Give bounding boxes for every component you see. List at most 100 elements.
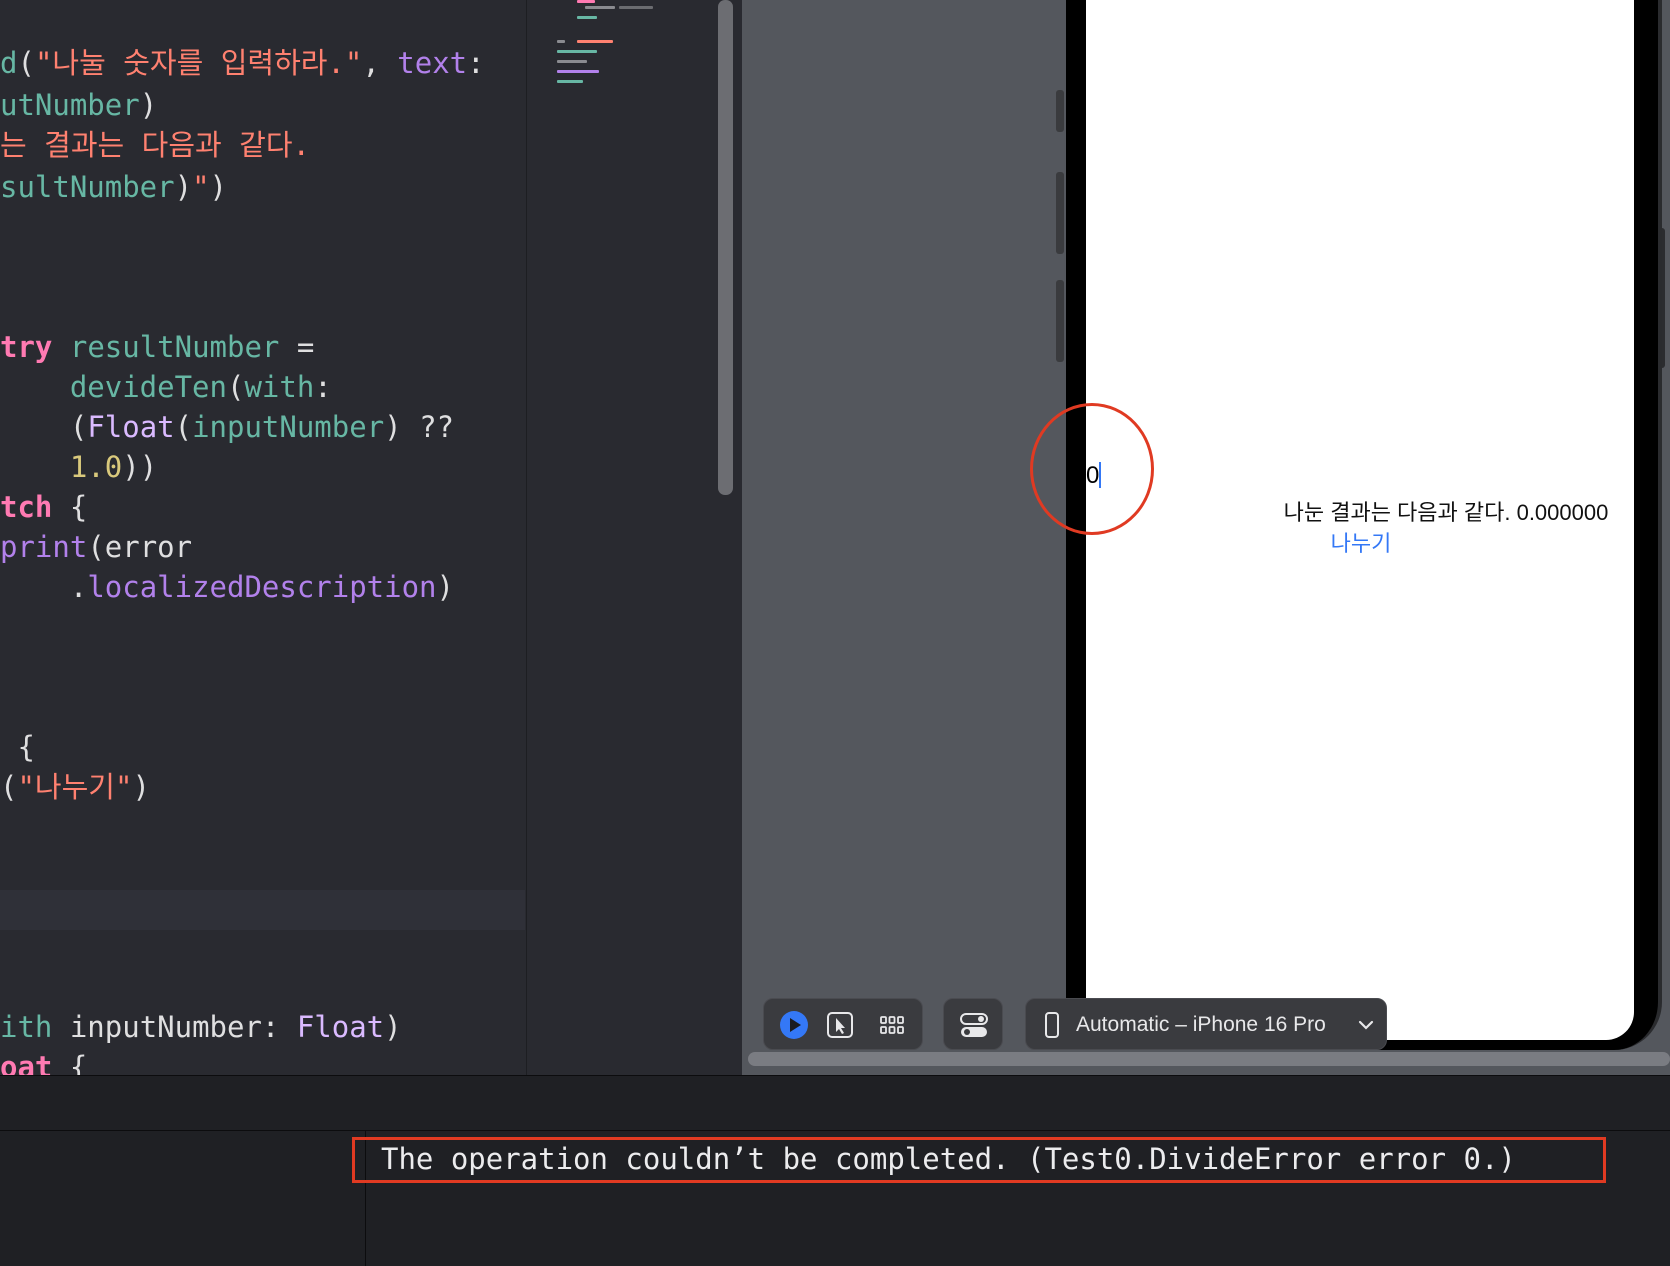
code-token: ) (139, 88, 158, 122)
minimap-mark (557, 50, 597, 53)
result-label: 나눈 결과는 다음과 같다. 0.000000 (1086, 496, 1634, 530)
phone-silent-switch (1056, 90, 1064, 132)
code-token: oat (0, 1050, 53, 1075)
minimap-mark (557, 70, 599, 73)
code-token: resultNumber (69, 330, 280, 364)
annotation-circle (1030, 403, 1154, 535)
code-token: inputNumber: (52, 1010, 297, 1044)
code-line: 는 결과는 다음과 같다. (0, 125, 310, 165)
minimap-mark (585, 6, 615, 9)
canvas-settings-button[interactable] (958, 1009, 990, 1041)
code-line: print(error (0, 527, 192, 567)
code-token: ( (17, 46, 35, 80)
minimap-mark (619, 6, 653, 9)
code-token: , (362, 46, 398, 80)
code-token: . (0, 570, 88, 604)
result-label-text: 나눈 결과는 다음과 같다. 0.000000 (1283, 500, 1609, 525)
code-token: : (467, 46, 485, 80)
code-line: { (0, 727, 35, 767)
cursor-select-icon (827, 1012, 853, 1038)
code-token: : (314, 370, 332, 404)
code-token: Float (296, 1010, 385, 1044)
code-line: (Float(inputNumber) ?? (0, 407, 454, 447)
code-token: with (244, 370, 315, 404)
code-line: tch { (0, 487, 87, 527)
device-label: Automatic – iPhone 16 Pro (1076, 1013, 1326, 1036)
minimap-mark (557, 80, 583, 83)
code-token: tch (0, 490, 53, 524)
current-line-highlight (0, 890, 525, 930)
minimap-mark (557, 60, 587, 63)
code-line: 1.0)) (0, 447, 157, 487)
divide-button[interactable]: 나누기 (1326, 528, 1396, 560)
code-token: ) (209, 170, 228, 204)
preview-mode-group (763, 998, 923, 1050)
minimap-mark (577, 40, 613, 43)
code-token: "나눌 숫자를 입력하라." (34, 46, 363, 80)
code-token: ) (384, 1010, 402, 1044)
minimap-mark (577, 0, 595, 3)
code-token: print (0, 530, 88, 564)
minimap-mark (577, 16, 597, 19)
code-line: .localizedDescription) (0, 567, 454, 607)
code-token: "나누기" (17, 770, 133, 804)
code-token: ( (0, 770, 18, 804)
code-line: oat { (0, 1047, 87, 1075)
code-token: ( (0, 410, 88, 444)
chevron-down-icon (1358, 1020, 1374, 1030)
editor-scrollbar[interactable] (718, 0, 733, 495)
code-line: sultNumber)") (0, 167, 227, 207)
code-token: sultNumber (0, 170, 175, 204)
code-token: )) (122, 450, 158, 484)
debug-bar (0, 1075, 1670, 1131)
code-token: ( (226, 370, 245, 404)
code-token: ) (174, 170, 193, 204)
code-token: ) ?? (384, 410, 454, 444)
code-token: ) (436, 570, 454, 604)
code-line: utNumber) (0, 85, 157, 125)
code-token: { (52, 1050, 88, 1075)
code-editor[interactable]: d("나눌 숫자를 입력하라.", text: utNumber) 는 결과는 다음… (0, 0, 525, 1075)
phone-volume-up (1056, 172, 1064, 254)
code-token: devideTen (69, 370, 227, 404)
code-token: inputNumber (192, 410, 385, 444)
code-token: Float (87, 410, 175, 444)
code-token: " (192, 170, 210, 204)
code-token: 1.0 (69, 450, 123, 484)
iphone-icon (1045, 1012, 1059, 1038)
minimap[interactable] (526, 0, 715, 1075)
annotation-box (352, 1137, 1606, 1183)
code-token: ) (132, 770, 150, 804)
code-token: ( (174, 410, 193, 444)
canvas-settings-group (943, 998, 1003, 1050)
minimap-mark (557, 40, 565, 43)
grid-icon (880, 1016, 904, 1034)
phone-volume-down (1056, 280, 1064, 362)
code-token: ith (0, 1010, 53, 1044)
code-token: try (0, 330, 53, 364)
code-line: devideTen(with: (0, 367, 332, 407)
code-line: ith inputNumber: Float) (0, 1007, 402, 1047)
code-token: 는 결과는 다음과 같다. (0, 128, 310, 162)
code-token: = (279, 330, 315, 364)
toggle-settings-icon (960, 1013, 988, 1037)
code-line: d("나눌 숫자를 입력하라.", text: (0, 43, 485, 83)
code-token: { (0, 730, 35, 764)
variables-pane (0, 1131, 366, 1266)
selectable-mode-button[interactable] (824, 1009, 856, 1041)
code-token: d (0, 46, 18, 80)
canvas-scrollbar[interactable] (748, 1052, 1670, 1066)
code-token: utNumber (0, 88, 140, 122)
code-line: ("나누기") (0, 767, 150, 807)
play-icon (780, 1011, 808, 1039)
code-token: localizedDescription (87, 570, 437, 604)
live-preview-button[interactable] (778, 1009, 810, 1041)
code-line: try resultNumber = (0, 327, 314, 367)
code-token: text (397, 46, 468, 80)
code-token: { (52, 490, 88, 524)
code-token: (error (87, 530, 193, 564)
variants-button[interactable] (876, 1009, 908, 1041)
